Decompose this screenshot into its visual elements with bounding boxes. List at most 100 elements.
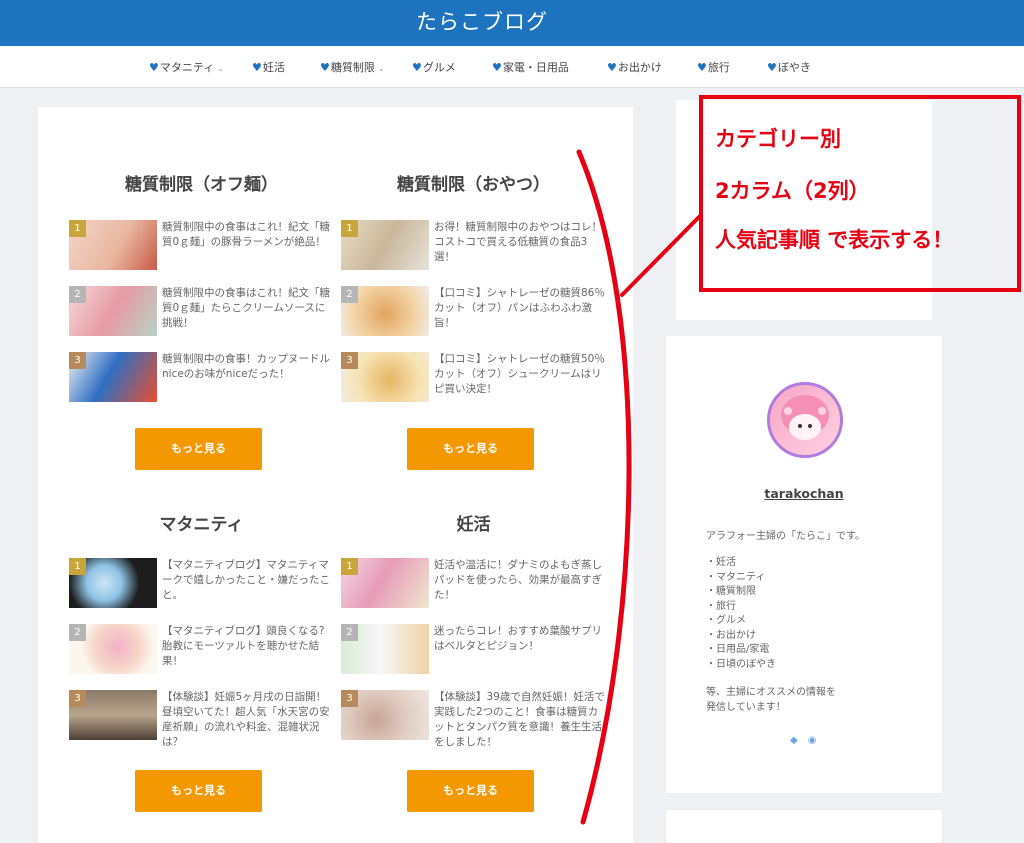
nav-item-ryoko[interactable]: ♥旅行 bbox=[697, 59, 730, 75]
article-thumbnail[interactable]: 2 bbox=[341, 624, 429, 674]
ranking-item[interactable]: 1 妊活や温活に！ダナミのよもぎ蒸しパッドを使ったら、効果が最高すぎた！ bbox=[341, 558, 606, 612]
profile-topic: ・お出かけ bbox=[706, 629, 756, 641]
ranking-item[interactable]: 1 糖質制限中の食事はこれ！紀文「糖質0ｇ麺」の豚骨ラーメンが絶品！ bbox=[69, 220, 334, 274]
profile-topic-list: ・妊活 ・マタニティ ・糖質制限 ・旅行 ・グルメ ・お出かけ ・日用品/家電 … bbox=[706, 556, 776, 672]
profile-widget: tarakochan アラフォー主婦の「たらこ」です。 ・妊活 ・マタニティ ・… bbox=[666, 336, 942, 793]
article-thumbnail[interactable]: 3 bbox=[341, 690, 429, 740]
category-title[interactable]: 妊活 bbox=[341, 510, 606, 535]
article-thumbnail[interactable]: 1 bbox=[69, 558, 157, 608]
more-button[interactable]: もっと見る bbox=[135, 428, 262, 470]
rss-icon[interactable]: ◉ bbox=[808, 735, 817, 746]
nav-item-maternity[interactable]: ♥マタニティ ⌄ bbox=[149, 59, 224, 75]
nav-item-toshitsu[interactable]: ♥糖質制限 ⌄ bbox=[320, 59, 385, 75]
heart-icon: ♥ bbox=[607, 61, 617, 74]
heart-icon: ♥ bbox=[252, 61, 262, 74]
profile-name[interactable]: tarakochan bbox=[666, 486, 942, 501]
profile-note: 等、主婦にオススメの情報を 発信しています！ bbox=[706, 686, 836, 715]
article-thumbnail[interactable]: 3 bbox=[69, 352, 157, 402]
article-thumbnail[interactable]: 3 bbox=[341, 352, 429, 402]
nav-label: 糖質制限 bbox=[330, 61, 375, 74]
more-button[interactable]: もっと見る bbox=[407, 428, 534, 470]
article-link[interactable]: お得！糖質制限中のおやつはコレ！コストコで買える低糖質の食品3選！ bbox=[434, 220, 606, 265]
ranking-item[interactable]: 2 糖質制限中の食事はこれ！紀文「糖質0ｇ麺」たらこクリームソースに挑戦！ bbox=[69, 286, 334, 340]
chevron-down-icon: ⌄ bbox=[377, 64, 385, 73]
profile-note-line: 発信しています！ bbox=[706, 701, 786, 713]
feedly-icon[interactable]: ◆ bbox=[790, 735, 798, 746]
nav-label: お出かけ bbox=[617, 61, 662, 74]
category-block: 糖質制限（オフ麺） 1 糖質制限中の食事はこれ！紀文「糖質0ｇ麺」の豚骨ラーメン… bbox=[69, 170, 334, 402]
category-block: 妊活 1 妊活や温活に！ダナミのよもぎ蒸しパッドを使ったら、効果が最高すぎた！ … bbox=[341, 510, 606, 748]
category-title[interactable]: マタニティ bbox=[69, 510, 334, 535]
heart-icon: ♥ bbox=[697, 61, 707, 74]
article-link[interactable]: 【口コミ】シャトレーゼの糖質86％カット（オフ）パンはふわふわ激旨！ bbox=[434, 286, 606, 331]
article-link[interactable]: 【マタニティブログ】頭良くなる?胎教にモーツァルトを聴かせた結果！ bbox=[162, 624, 334, 669]
rank-badge: 1 bbox=[69, 558, 86, 575]
article-thumbnail[interactable]: 1 bbox=[341, 558, 429, 608]
article-link[interactable]: 【マタニティブログ】マタニティマークで嬉しかったこと・嫌だったこと。 bbox=[162, 558, 334, 603]
category-block: 糖質制限（おやつ） 1 お得！糖質制限中のおやつはコレ！コストコで買える低糖質の… bbox=[341, 170, 606, 402]
ranking-item[interactable]: 3 【体験談】39歳で自然妊娠！妊活で実践した2つのこと！食事は糖質カットとタン… bbox=[341, 690, 606, 748]
article-link[interactable]: 糖質制限中の食事はこれ！紀文「糖質0ｇ麺」の豚骨ラーメンが絶品！ bbox=[162, 220, 334, 250]
rank-badge: 3 bbox=[69, 690, 86, 707]
article-thumbnail[interactable]: 2 bbox=[69, 286, 157, 336]
site-title[interactable]: たらこブログ bbox=[0, 6, 964, 36]
sns-links: ◆ ◉ bbox=[790, 735, 826, 746]
ranking-item[interactable]: 1 【マタニティブログ】マタニティマークで嬉しかったこと・嫌だったこと。 bbox=[69, 558, 334, 612]
rank-badge: 3 bbox=[341, 690, 358, 707]
nav-item-odekake[interactable]: ♥お出かけ bbox=[607, 59, 662, 75]
heart-icon: ♥ bbox=[412, 61, 422, 74]
profile-topic: ・グルメ bbox=[706, 615, 746, 626]
nav-item-boyaki[interactable]: ♥ぼやき bbox=[767, 59, 811, 75]
profile-topic: ・日頃のぼやき bbox=[706, 658, 776, 670]
category-block: マタニティ 1 【マタニティブログ】マタニティマークで嬉しかったこと・嫌だったこ… bbox=[69, 510, 334, 748]
article-thumbnail[interactable]: 1 bbox=[341, 220, 429, 270]
heart-icon: ♥ bbox=[149, 61, 159, 74]
more-button[interactable]: もっと見る bbox=[407, 770, 534, 812]
nav-label: 妊活 bbox=[262, 61, 285, 74]
category-title[interactable]: 糖質制限（オフ麺） bbox=[69, 170, 334, 195]
more-button[interactable]: もっと見る bbox=[135, 770, 262, 812]
annotation-line: カテゴリー別 bbox=[715, 127, 841, 151]
rank-badge: 3 bbox=[69, 352, 86, 369]
nav-item-kaden[interactable]: ♥家電・日用品 bbox=[492, 59, 569, 75]
ranking-item[interactable]: 3 糖質制限中の食事！カップヌードルniceのお味がniceだった！ bbox=[69, 352, 334, 406]
nav-item-gourmet[interactable]: ♥グルメ bbox=[412, 59, 456, 75]
ranking-item[interactable]: 2 【マタニティブログ】頭良くなる?胎教にモーツァルトを聴かせた結果！ bbox=[69, 624, 334, 678]
rank-badge: 2 bbox=[69, 624, 86, 641]
article-thumbnail[interactable]: 2 bbox=[341, 286, 429, 336]
profile-intro: アラフォー主婦の「たらこ」です。 bbox=[706, 531, 865, 542]
ranking-item[interactable]: 3 【体験談】妊娠5ヶ月戌の日詣開！昼頃空いてた！超人気「水天宮の安産祈願」の流… bbox=[69, 690, 334, 748]
heart-icon: ♥ bbox=[767, 61, 777, 74]
rank-badge: 2 bbox=[69, 286, 86, 303]
article-link[interactable]: 迷ったらコレ！おすすめ葉酸サプリはベルタとピジョン！ bbox=[434, 624, 606, 654]
annotation-line: 2カラム（2列） bbox=[715, 179, 870, 203]
article-link[interactable]: 糖質制限中の食事！カップヌードルniceのお味がniceだった！ bbox=[162, 352, 334, 382]
article-link[interactable]: 【体験談】妊娠5ヶ月戌の日詣開！昼頃空いてた！超人気「水天宮の安産祈願」の流れや… bbox=[162, 690, 334, 750]
ranking-item[interactable]: 2 迷ったらコレ！おすすめ葉酸サプリはベルタとピジョン！ bbox=[341, 624, 606, 678]
article-link[interactable]: 糖質制限中の食事はこれ！紀文「糖質0ｇ麺」たらこクリームソースに挑戦！ bbox=[162, 286, 334, 331]
heart-icon: ♥ bbox=[492, 61, 502, 74]
article-thumbnail[interactable]: 3 bbox=[69, 690, 157, 740]
nav-item-ninkatsu[interactable]: ♥妊活 bbox=[252, 59, 285, 75]
annotation-line: 人気記事順 で表示する！ bbox=[715, 228, 954, 252]
ranking-item[interactable]: 3 【口コミ】シャトレーゼの糖質50％カット（オフ）シュークリームはリピ買い決定… bbox=[341, 352, 606, 406]
rank-badge: 1 bbox=[341, 220, 358, 237]
main-content: 糖質制限（オフ麺） 1 糖質制限中の食事はこれ！紀文「糖質0ｇ麺」の豚骨ラーメン… bbox=[38, 107, 633, 843]
rank-badge: 2 bbox=[341, 624, 358, 641]
nav-label: 家電・日用品 bbox=[502, 61, 569, 74]
avatar[interactable] bbox=[767, 382, 843, 458]
article-link[interactable]: 【体験談】39歳で自然妊娠！妊活で実践した2つのこと！食事は糖質カットとタンパク… bbox=[434, 690, 606, 750]
rank-badge: 1 bbox=[69, 220, 86, 237]
annotation-box: カテゴリー別 2カラム（2列） 人気記事順 で表示する！ bbox=[699, 95, 1021, 292]
article-link[interactable]: 妊活や温活に！ダナミのよもぎ蒸しパッドを使ったら、効果が最高すぎた！ bbox=[434, 558, 606, 603]
avatar-face-icon bbox=[781, 395, 829, 440]
category-title[interactable]: 糖質制限（おやつ） bbox=[341, 170, 606, 195]
profile-topic: ・妊活 bbox=[706, 557, 736, 568]
rank-badge: 3 bbox=[341, 352, 358, 369]
article-thumbnail[interactable]: 1 bbox=[69, 220, 157, 270]
global-nav: ♥マタニティ ⌄ ♥妊活 ♥糖質制限 ⌄ ♥グルメ ♥家電・日用品 ♥お出かけ ♥旅… bbox=[0, 46, 1024, 88]
ranking-item[interactable]: 1 お得！糖質制限中のおやつはコレ！コストコで買える低糖質の食品3選！ bbox=[341, 220, 606, 274]
article-thumbnail[interactable]: 2 bbox=[69, 624, 157, 674]
article-link[interactable]: 【口コミ】シャトレーゼの糖質50％カット（オフ）シュークリームはリピ買い決定！ bbox=[434, 352, 606, 397]
ranking-item[interactable]: 2 【口コミ】シャトレーゼの糖質86％カット（オフ）パンはふわふわ激旨！ bbox=[341, 286, 606, 340]
